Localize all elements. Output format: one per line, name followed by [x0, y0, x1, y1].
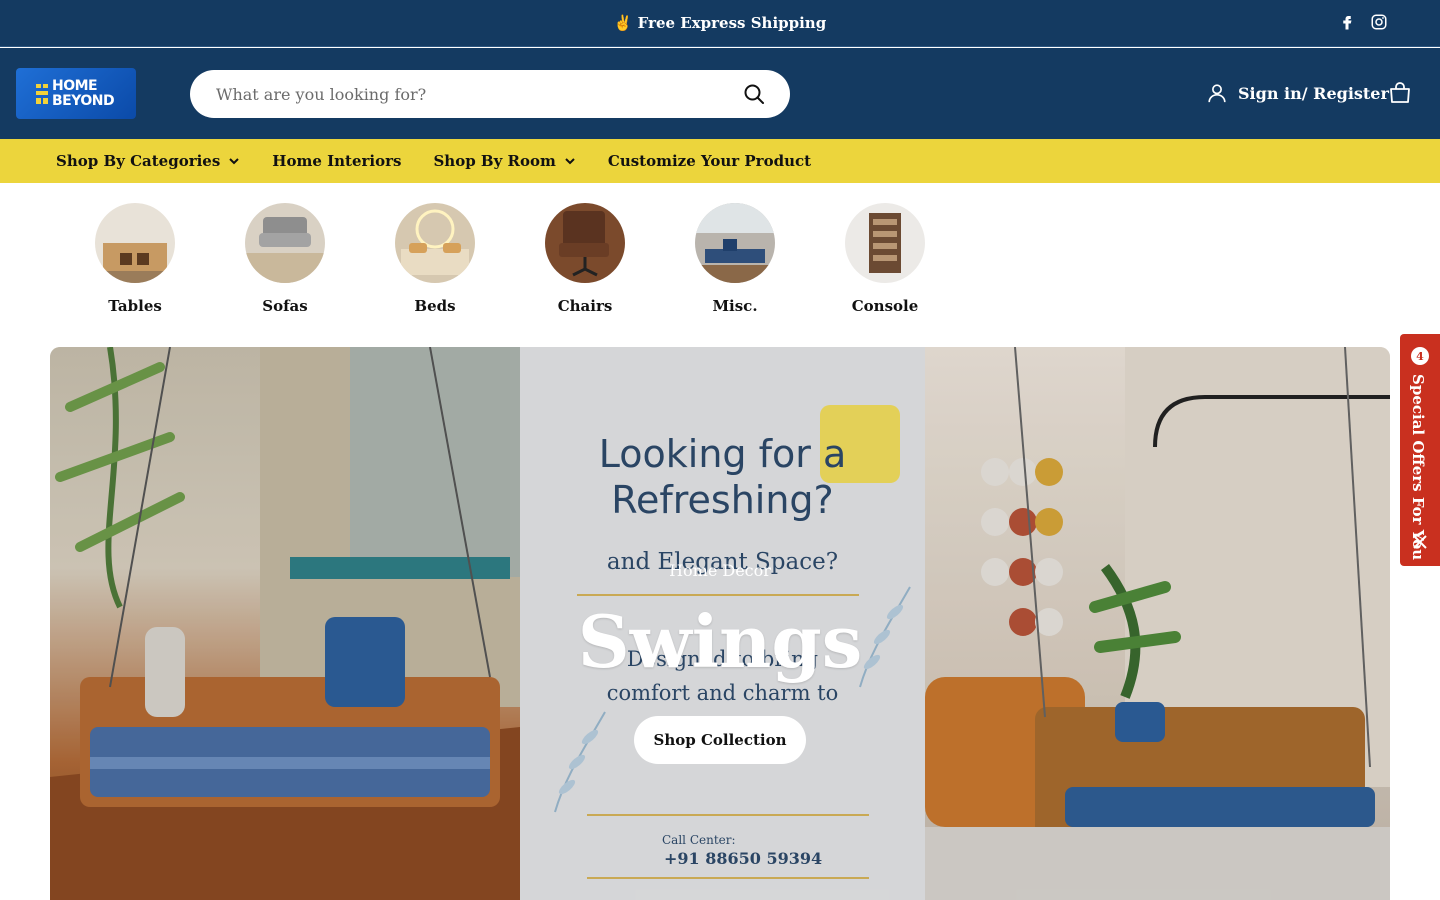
shop-collection-button[interactable]: Shop Collection	[634, 716, 806, 764]
nav-item-home-interiors[interactable]: Home Interiors	[272, 152, 401, 170]
main-nav: Shop By Categories Home Interiors Shop B…	[0, 139, 1440, 183]
offers-tab-label: Special Offers For You	[1409, 374, 1427, 561]
search-input[interactable]	[214, 83, 742, 105]
category-label: Beds	[414, 297, 456, 315]
nav-item-label: Shop By Categories	[56, 152, 221, 170]
facebook-icon[interactable]	[1338, 13, 1356, 31]
category-label: Chairs	[557, 297, 613, 315]
category-item-beds[interactable]: Beds	[360, 203, 510, 315]
hero-title: Swings	[577, 599, 863, 684]
hero-kicker: Home Decor	[669, 561, 771, 580]
special-offers-tab[interactable]: 4 Special Offers For You	[1400, 334, 1440, 566]
category-label: Tables	[108, 297, 162, 315]
close-icon[interactable]	[1412, 534, 1428, 550]
offers-count-badge: 4	[1411, 347, 1429, 365]
misc-thumbnail	[695, 203, 775, 283]
chevron-down-icon	[229, 158, 240, 165]
category-item-sofas[interactable]: Sofas	[210, 203, 360, 315]
logo-mark-icon	[36, 83, 48, 104]
nav-item-customize-your-product[interactable]: Customize Your Product	[608, 152, 811, 170]
search-icon[interactable]	[742, 82, 766, 106]
category-item-chairs[interactable]: Chairs	[510, 203, 660, 315]
console-thumbnail	[845, 203, 925, 283]
signin-label: Sign in/ Register	[1238, 83, 1389, 103]
site-header: HOME BEYOND Sign in/ Register	[0, 48, 1440, 139]
sofas-thumbnail	[245, 203, 325, 283]
search-bar	[190, 70, 790, 118]
nav-item-shop-by-categories[interactable]: Shop By Categories	[56, 152, 240, 170]
social-links	[1338, 13, 1388, 31]
logo-text-line1: HOME	[52, 77, 98, 94]
category-item-tables[interactable]: Tables	[60, 203, 210, 315]
user-icon	[1208, 84, 1226, 103]
chairs-thumbnail	[545, 203, 625, 283]
logo-text-line2: BEYOND	[52, 92, 115, 109]
category-item-misc[interactable]: Misc.	[660, 203, 810, 315]
chevron-down-icon	[565, 158, 575, 165]
announcement-text: ✌️ Free Express Shipping	[613, 14, 827, 32]
site-logo[interactable]: HOME BEYOND	[16, 68, 136, 119]
instagram-icon[interactable]	[1370, 13, 1388, 31]
cart-icon[interactable]	[1388, 81, 1412, 105]
nav-item-label: Customize Your Product	[607, 152, 812, 170]
category-label: Sofas	[262, 297, 308, 315]
tables-thumbnail	[95, 203, 175, 283]
announcement-bar: ✌️ Free Express Shipping	[0, 0, 1440, 47]
category-label: Misc.	[712, 297, 758, 315]
category-list: Tables Sofas Beds Chairs Misc. Console	[60, 203, 960, 315]
category-label: Console	[851, 297, 919, 315]
hero-banner: Looking for a Refreshing? and Elegant Sp…	[50, 347, 1390, 900]
nav-item-label: Shop By Room	[433, 152, 556, 170]
nav-item-shop-by-room[interactable]: Shop By Room	[433, 152, 575, 170]
signin-link[interactable]: Sign in/ Register	[1206, 82, 1389, 104]
category-item-console[interactable]: Console	[810, 203, 960, 315]
nav-item-label: Home Interiors	[272, 152, 402, 170]
beds-thumbnail	[395, 203, 475, 283]
